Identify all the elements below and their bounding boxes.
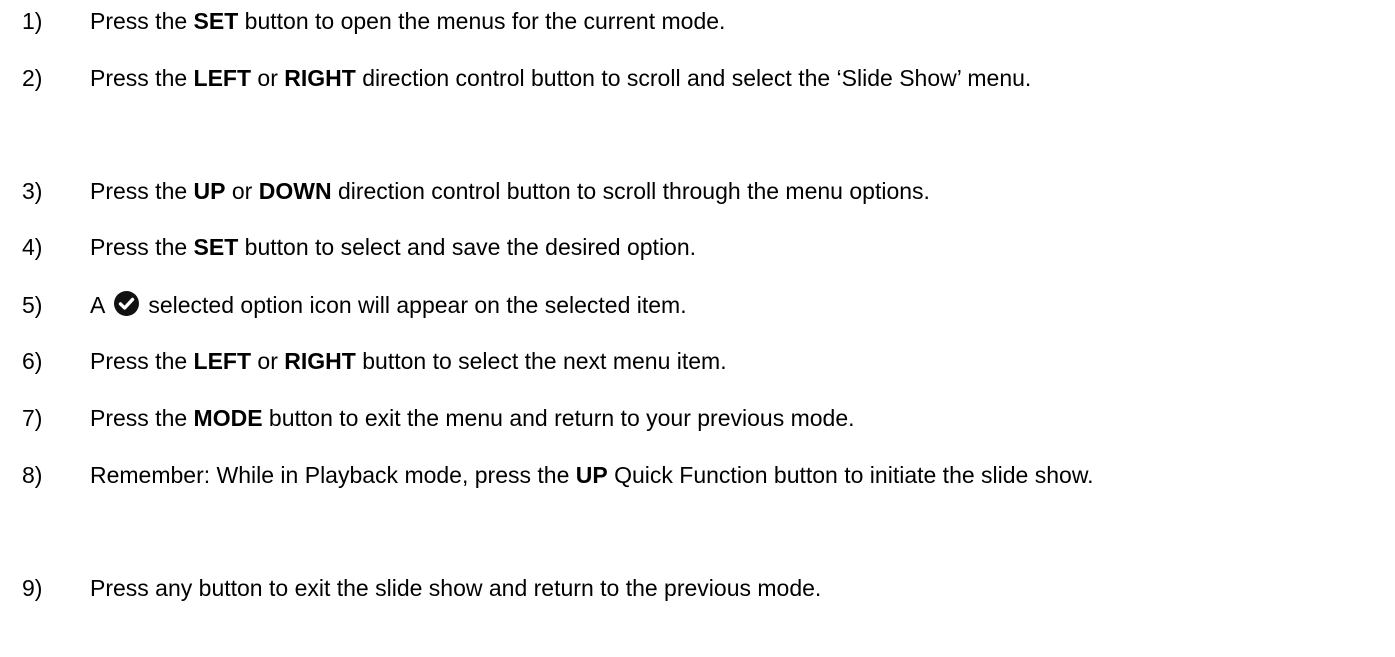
- step-text: Press the LEFT or RIGHT direction contro…: [90, 50, 1387, 106]
- step-text-run: or: [251, 65, 285, 91]
- button-name: SET: [193, 8, 239, 34]
- step-text-run: Press the: [90, 178, 194, 204]
- step-text-run: button to exit the menu and return to yo…: [262, 405, 855, 431]
- step-text-run: selected option icon will appear on the …: [148, 292, 687, 318]
- button-name: SET: [193, 234, 239, 260]
- step-number: 3): [22, 178, 43, 204]
- step-text: Press the SET button to select and save …: [90, 219, 1387, 275]
- step-text-run: or: [251, 348, 285, 374]
- step-text: Remember: While in Playback mode, press …: [90, 447, 1387, 503]
- step-text-run: button to select the next menu item.: [355, 348, 727, 374]
- step-number: 6): [22, 348, 43, 374]
- button-name: UP: [193, 178, 226, 204]
- button-name: DOWN: [258, 178, 332, 204]
- check-circle-icon: [114, 291, 140, 316]
- button-name: LEFT: [193, 348, 252, 374]
- step-text-run: direction control button to scroll throu…: [331, 178, 930, 204]
- step-text-run: Press the: [90, 234, 194, 260]
- step-text-run: button to open the menus for the current…: [238, 8, 726, 34]
- step-text-run: A: [90, 292, 106, 318]
- step-number: 2): [22, 65, 43, 91]
- button-name: RIGHT: [284, 348, 356, 374]
- step-number: 9): [22, 575, 43, 601]
- step-number: 7): [22, 405, 43, 431]
- step-text-run: Press the: [90, 8, 194, 34]
- step-number: 5): [22, 292, 43, 318]
- step-text: Aselected option icon will appear on the…: [90, 277, 1387, 333]
- step-text: Press any button to exit the slide show …: [90, 560, 1387, 616]
- step-text-run: Press the: [90, 65, 194, 91]
- step-text-run: Quick Function button to initiate the sl…: [607, 462, 1094, 488]
- step-text-run: Press any button to exit the slide show …: [90, 575, 822, 601]
- step-text-run: Press the: [90, 348, 194, 374]
- step-number: 1): [22, 8, 43, 34]
- step-number: 8): [22, 462, 43, 488]
- step-text-run: or: [225, 178, 259, 204]
- instruction-list: 1) Press the SET button to open the menu…: [0, 0, 1395, 657]
- button-name: MODE: [193, 405, 263, 431]
- button-name: LEFT: [193, 65, 252, 91]
- step-text-run: Press the: [90, 405, 194, 431]
- step-text-run: button to select and save the desired op…: [238, 234, 697, 260]
- step-text: Press the SET button to open the menus f…: [90, 0, 1387, 49]
- step-text: Press the LEFT or RIGHT button to select…: [90, 333, 1387, 389]
- button-name: RIGHT: [284, 65, 356, 91]
- step-text-run: Remember: While in Playback mode, press …: [90, 462, 576, 488]
- step-text-run: direction control button to scroll and s…: [355, 65, 1032, 91]
- step-number: 4): [22, 234, 43, 260]
- button-name: UP: [575, 462, 608, 488]
- step-text: Press the MODE button to exit the menu a…: [90, 390, 1387, 446]
- step-text: Press the UP or DOWN direction control b…: [90, 163, 1387, 219]
